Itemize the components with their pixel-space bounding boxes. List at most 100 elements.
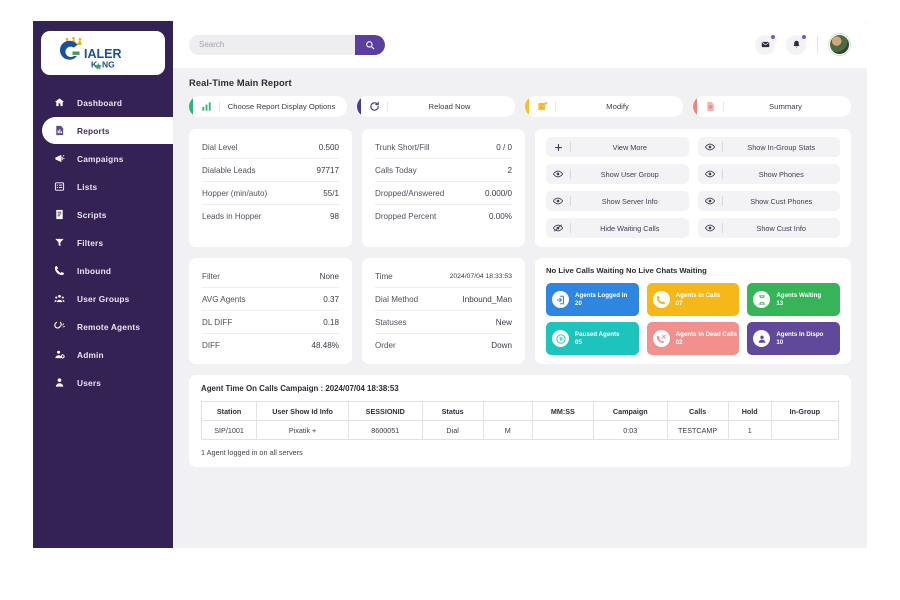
- sidebar-item-filters[interactable]: Filters: [33, 229, 173, 256]
- agent-card-count: 10: [776, 338, 784, 346]
- column-header-station[interactable]: Station: [200, 401, 258, 421]
- agents-waiting-card[interactable]: Agents Waiting 13: [747, 283, 840, 316]
- agent-card-title: Paused Agents: [575, 330, 620, 338]
- brand-logo[interactable]: IALER K NG: [41, 31, 165, 75]
- notifications-button[interactable]: [786, 34, 806, 55]
- stat-row: Order Down: [375, 334, 512, 357]
- toggle-label: Hide Waiting Calls: [600, 223, 660, 233]
- view-more-button[interactable]: View More: [546, 137, 689, 157]
- stat-value: Down: [491, 341, 512, 350]
- search-input[interactable]: [189, 34, 355, 55]
- modify-button[interactable]: Modify: [525, 96, 683, 117]
- action-label: Summary: [769, 102, 802, 111]
- table-title: Agent Time On Calls Campaign : 2024/07/0…: [201, 384, 399, 393]
- stat-row: DIFF 48.48%: [202, 334, 339, 357]
- cell-hold: 1: [727, 420, 772, 440]
- show-cust-phones-button[interactable]: Show Cust Phones: [697, 191, 840, 211]
- main-area: Real-Time Main Report Choose Report Disp…: [173, 21, 867, 548]
- show-phones-button[interactable]: Show Phones: [697, 164, 840, 184]
- agents-in-dead-calls-card[interactable]: Agents In Dead Calls 02: [646, 322, 740, 355]
- stat-key: Statuses: [375, 317, 407, 327]
- home-icon: [53, 96, 66, 109]
- bell-icon: [793, 40, 799, 48]
- stat-key: Leads in Hopper: [202, 212, 262, 221]
- stats-row-2: Filter None AVG Agents 0.37 DL DIFF 0.18 DI…: [189, 258, 851, 364]
- agent-status-panel: No Live Calls Waiting No Live Chats Wait…: [535, 258, 851, 364]
- sidebar-item-lists[interactable]: Lists: [33, 173, 173, 200]
- report-action-bar: Choose Report Display Options Reload Now: [189, 96, 851, 117]
- toggle-label: Show Cust Phones: [750, 196, 813, 206]
- mail-icon: [761, 41, 769, 48]
- search-box[interactable]: [189, 34, 385, 55]
- agent-card-title: Agents Logged In: [575, 291, 628, 299]
- agent-card-text: Agents In Calls 07: [676, 292, 721, 308]
- sidebar-item-dashboard[interactable]: Dashboard: [33, 89, 173, 116]
- eye-icon: [698, 142, 722, 152]
- agent-card-count: 20: [575, 299, 582, 307]
- person-badge-icon: [753, 330, 771, 347]
- stat-row: Statuses New: [375, 311, 512, 334]
- sidebar-item-inbound[interactable]: Inbound: [33, 257, 173, 284]
- sidebar-item-campaigns[interactable]: Campaigns: [33, 145, 173, 172]
- stat-value: 0.37: [323, 294, 339, 304]
- stat-key: DIFF: [202, 341, 220, 350]
- sidebar-item-users[interactable]: Users: [33, 369, 173, 396]
- column-header-in-group[interactable]: In-Group: [770, 401, 840, 421]
- sidebar-item-user-groups[interactable]: User Groups: [33, 285, 173, 312]
- toggle-label: Show Phones: [758, 169, 804, 179]
- agents-logged-in-card[interactable]: Agents Logged In 20: [546, 283, 639, 316]
- column-header-mmss[interactable]: MM:SS: [531, 401, 595, 421]
- table-row[interactable]: SIP/1001 Pixatik + 8600051 Dial M 0:03 T…: [200, 420, 840, 440]
- choose-report-display-options-button[interactable]: Choose Report Display Options: [189, 96, 347, 117]
- show-in-group-stats-button[interactable]: Show In-Group Stats: [697, 137, 840, 157]
- eye-icon: [698, 223, 722, 233]
- reload-now-button[interactable]: Reload Now: [357, 96, 515, 117]
- agent-table: Station User Show Id Info SESSIONID Stat…: [200, 401, 840, 440]
- column-header-user-show-id-info[interactable]: User Show Id Info: [256, 401, 349, 421]
- stat-row: Filter None: [202, 265, 339, 288]
- column-header-hold[interactable]: Hold: [727, 401, 772, 421]
- eye-icon: [546, 196, 570, 206]
- stat-value: 0.18: [323, 317, 339, 327]
- stat-value: 98: [329, 212, 339, 221]
- toggle-label: Show In-Group Stats: [747, 142, 816, 152]
- agents-in-dispo-card[interactable]: Agents In Dispo 10: [747, 322, 840, 355]
- waiting-status-text: No Live Calls Waiting No Live Chats Wait…: [546, 266, 707, 275]
- stat-value: 2024/07/04 18:33:53: [449, 272, 512, 280]
- stat-value: 0.000/0: [484, 188, 512, 198]
- avatar[interactable]: [829, 34, 850, 55]
- column-header-status[interactable]: Status: [421, 401, 484, 421]
- sidebar-item-remote-agents[interactable]: Remote Agents: [33, 313, 173, 340]
- agent-card-count: 05: [575, 338, 582, 346]
- phone-icon: [53, 264, 66, 277]
- show-user-group-button[interactable]: Show User Group: [546, 164, 689, 184]
- agents-in-calls-card[interactable]: Agents In Calls 07: [646, 283, 740, 316]
- column-header-blank[interactable]: [482, 401, 533, 421]
- stat-value: 48.48%: [311, 341, 339, 350]
- toggle-label: View More: [612, 142, 647, 152]
- show-cust-info-button[interactable]: Show Cust Info: [697, 218, 840, 238]
- search-button[interactable]: [355, 34, 385, 55]
- sidebar-item-label: Campaigns: [77, 153, 124, 164]
- column-header-campaign[interactable]: Campaign: [593, 401, 668, 421]
- show-server-info-button[interactable]: Show Server Info: [546, 191, 689, 211]
- stat-row: Dropped/Answered 0.000/0: [375, 182, 512, 205]
- stat-key: Calls Today: [375, 165, 417, 175]
- sidebar-item-scripts[interactable]: Scripts: [33, 201, 173, 228]
- cell-blank: M: [482, 420, 533, 440]
- admin-gear-user-icon: [53, 348, 66, 361]
- display-toggles-panel: View More Show In-Group Stats Show User …: [535, 129, 851, 247]
- stat-key: Order: [375, 341, 396, 350]
- sidebar-item-admin[interactable]: Admin: [33, 341, 173, 368]
- hide-waiting-calls-button[interactable]: Hide Waiting Calls: [546, 218, 689, 238]
- agent-card-text: Agents Waiting 13: [776, 292, 821, 308]
- column-header-calls[interactable]: Calls: [666, 401, 729, 421]
- stat-row: Calls Today 2: [375, 159, 512, 182]
- sidebar-item-reports[interactable]: Reports: [42, 117, 173, 144]
- paused-agents-card[interactable]: Paused Agents 05: [546, 322, 639, 355]
- mail-button[interactable]: [755, 34, 775, 55]
- column-header-sessionid[interactable]: SESSIONID: [348, 401, 423, 421]
- summary-button[interactable]: Summary: [693, 96, 851, 117]
- sidebar-item-label: Users: [77, 377, 102, 388]
- topbar-actions: [755, 34, 850, 55]
